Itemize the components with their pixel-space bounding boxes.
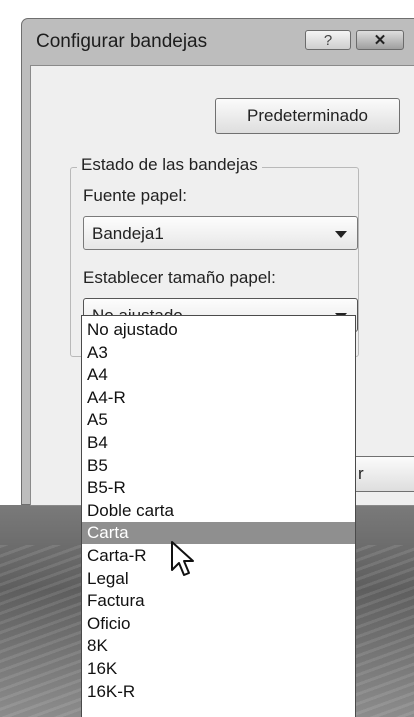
title-bar[interactable]: Configurar bandejas ? ✕ — [22, 19, 414, 65]
help-button[interactable]: ? — [305, 30, 351, 50]
chevron-down-icon — [335, 231, 347, 238]
paper-source-label: Fuente papel: — [83, 186, 187, 205]
dropdown-option[interactable]: Carta — [82, 522, 355, 545]
dropdown-option[interactable]: A5 — [82, 409, 355, 431]
mouse-pointer-icon — [171, 541, 194, 576]
help-icon: ? — [323, 32, 333, 49]
dropdown-option[interactable]: Legal — [82, 568, 355, 590]
paper-size-dropdown-list[interactable]: No ajustado A3 A4 A4-R A5 B4 B5 B5-R Doble carta… — [81, 315, 356, 717]
dropdown-option[interactable]: Factura — [82, 590, 355, 612]
dropdown-option[interactable]: No ajustado — [82, 319, 355, 341]
dropdown-option[interactable]: Oficio — [82, 613, 355, 635]
dropdown-option[interactable]: 16K — [82, 658, 355, 680]
close-button[interactable]: ✕ — [356, 30, 404, 50]
dropdown-option[interactable]: B5 — [82, 455, 355, 477]
dropdown-option[interactable]: 8K — [82, 635, 355, 657]
dropdown-option[interactable]: A4 — [82, 364, 355, 386]
dropdown-option[interactable]: Carta-R — [82, 545, 355, 567]
dropdown-option[interactable]: B5-R — [82, 477, 355, 499]
paper-size-label: Establecer tamaño papel: — [83, 268, 276, 287]
default-button[interactable]: Predeterminado — [215, 98, 400, 134]
dropdown-option[interactable]: B4 — [82, 432, 355, 454]
dropdown-option[interactable]: A4-R — [82, 387, 355, 409]
dropdown-option[interactable]: 16K-R — [82, 681, 355, 703]
close-icon: ✕ — [373, 32, 387, 49]
paper-source-value: Bandeja1 — [92, 224, 164, 243]
paper-source-select[interactable]: Bandeja1 — [83, 216, 358, 250]
dropdown-option[interactable]: A3 — [82, 342, 355, 364]
tray-status-group-title: Estado de las bandejas — [77, 155, 262, 175]
dropdown-option[interactable]: Doble carta — [82, 500, 355, 522]
window-title: Configurar bandejas — [36, 31, 208, 52]
